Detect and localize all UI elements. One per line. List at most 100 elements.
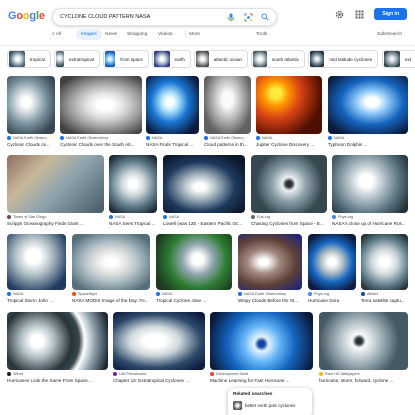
- result-title[interactable]: Tropical Cyclone Jose ...: [156, 298, 232, 303]
- result-thumbnail[interactable]: [60, 76, 142, 134]
- result-thumbnail[interactable]: [319, 312, 408, 370]
- filter-chip[interactable]: earth: [152, 50, 191, 68]
- image-result[interactable]: NASA Lowell (was 12E - Eastern Pacific Oc…: [163, 155, 245, 233]
- result-thumbnail[interactable]: [332, 155, 408, 213]
- result-thumbnail[interactable]: [163, 155, 245, 213]
- image-result[interactable]: Spaceflight NASA MODIS Image of the Day: …: [72, 234, 150, 310]
- filter-chip[interactable]: south atlantic: [251, 50, 305, 68]
- tab-videos[interactable]: Videos: [158, 29, 173, 40]
- search-input[interactable]: [60, 12, 210, 22]
- result-title[interactable]: Typhoon Dolphin ...: [328, 142, 408, 147]
- result-thumbnail[interactable]: [113, 312, 205, 370]
- source-name: NASA: [152, 136, 163, 140]
- source-name: NASA Earth Observatory: [66, 136, 108, 140]
- source-favicon-icon: [7, 292, 11, 296]
- apps-grid-icon[interactable]: [354, 9, 364, 19]
- result-thumbnail[interactable]: [328, 76, 408, 134]
- result-thumbnail[interactable]: [251, 155, 327, 213]
- result-thumbnail[interactable]: [109, 155, 157, 213]
- related-searches-card[interactable]: Related searches better north pole cyclo…: [228, 388, 312, 415]
- result-title[interactable]: hurricane, storm, forward, cyclone ...: [319, 378, 408, 383]
- search-box[interactable]: [52, 8, 277, 26]
- filter-chip[interactable]: mid latitude cyclones: [308, 50, 378, 68]
- result-thumbnail[interactable]: [238, 234, 302, 290]
- source-favicon-icon: [328, 136, 332, 140]
- image-result[interactable]: Eos.org Chasing Cyclones from Space - E..…: [251, 155, 327, 233]
- result-title[interactable]: Terra satellite captu...: [361, 298, 408, 303]
- filter-chip[interactable]: from space: [103, 50, 149, 68]
- result-title[interactable]: Cyclonic Clouds over the South Atl...: [60, 142, 142, 147]
- result-title[interactable]: Lowell (was 12E - Eastern Pacific Oc...: [163, 221, 245, 226]
- image-result[interactable]: NASA Earth Observatory Cyclonic Clouds ov…: [60, 76, 142, 154]
- related-search-item[interactable]: better north pole cyclones: [233, 401, 307, 410]
- result-title[interactable]: Jupiter Cyclone Discovery ...: [256, 142, 322, 147]
- filter-chip[interactable]: tropical: [7, 50, 51, 68]
- tab-news[interactable]: News: [105, 29, 117, 40]
- image-result[interactable]: NASA Earth Observatory Wispy Clouds Befor…: [238, 234, 302, 310]
- result-source: Eos.org: [251, 215, 327, 219]
- filter-chip[interactable]: extratropical: [54, 50, 100, 68]
- image-result[interactable]: Wired Hurricanes Look the Same From Space…: [7, 312, 108, 390]
- result-thumbnail[interactable]: [7, 76, 55, 134]
- lens-icon[interactable]: [243, 12, 253, 22]
- filter-chip[interactable]: atlantic ocean: [194, 50, 248, 68]
- result-thumbnail[interactable]: [146, 76, 199, 134]
- result-thumbnail[interactable]: [72, 234, 150, 290]
- result-thumbnail[interactable]: [7, 312, 108, 370]
- result-title[interactable]: Cloud patterns in th...: [204, 142, 251, 147]
- result-source: Spaceflight: [72, 292, 150, 296]
- image-result[interactable]: Allianz Terra satellite captu...: [361, 234, 408, 310]
- result-title[interactable]: NASA Finds Tropical ...: [146, 142, 199, 147]
- result-title[interactable]: Chapter 13: Extratropical Cyclones ...: [113, 378, 205, 383]
- google-logo[interactable]: Google: [8, 10, 45, 22]
- safesearch-button[interactable]: SafeSearch: [377, 29, 402, 40]
- result-title[interactable]: Hurricane Dora: [308, 298, 356, 303]
- tools-button[interactable]: Tools: [256, 29, 267, 40]
- result-thumbnail[interactable]: [210, 312, 313, 370]
- image-result[interactable]: Phys.org NASA's close up of Hurricane Ros…: [332, 155, 408, 233]
- image-result[interactable]: Phys.org Hurricane Dora: [308, 234, 356, 310]
- microphone-icon[interactable]: [226, 12, 236, 22]
- result-thumbnail[interactable]: [7, 155, 104, 213]
- search-icon[interactable]: [260, 12, 270, 22]
- result-title[interactable]: Cyclonic Clouds ov...: [7, 142, 55, 147]
- filter-chip[interactable]: ext: [382, 50, 415, 68]
- image-result[interactable]: NASA Jupiter Cyclone Discovery ...: [256, 76, 322, 154]
- result-title[interactable]: Scripps Oceanography Finds Giant ...: [7, 221, 104, 226]
- image-result[interactable]: NASA Tropical Cyclone Jose ...: [156, 234, 232, 310]
- image-result[interactable]: Times of San Diego Scripps Oceanography F…: [7, 155, 104, 233]
- image-result[interactable]: NASA NASA Sees Tropical ...: [109, 155, 157, 233]
- result-title[interactable]: Chasing Cyclones from Space - E...: [251, 221, 327, 226]
- image-result[interactable]: Rare HD Wallpapers hurricane, storm, forw…: [319, 312, 408, 390]
- result-thumbnail[interactable]: [7, 234, 66, 290]
- result-thumbnail[interactable]: [204, 76, 251, 134]
- image-result[interactable]: NASA Earth Observ... Cyclonic Clouds ov..…: [7, 76, 55, 154]
- result-title[interactable]: NASA's close up of Hurricane Ros...: [332, 221, 408, 226]
- result-title[interactable]: Wispy Clouds Before the St...: [238, 298, 302, 303]
- tab-shopping[interactable]: Shopping: [127, 29, 147, 40]
- result-title[interactable]: NASA MODIS Image of the Day: Fe...: [72, 298, 150, 303]
- image-result[interactable]: UW Pressbooks Chapter 13: Extratropical C…: [113, 312, 205, 390]
- result-title[interactable]: Tropical Storm John ...: [7, 298, 66, 303]
- tab-all[interactable]: ⌕ All: [52, 29, 61, 40]
- result-title[interactable]: NASA Sees Tropical ...: [109, 221, 157, 226]
- result-title[interactable]: Machine Learning for Fast Hurricane ...: [210, 378, 313, 383]
- chip-label: from space: [120, 56, 143, 62]
- result-title[interactable]: Hurricanes Look the Same From Space ...: [7, 378, 108, 383]
- image-result[interactable]: Development Seed Machine Learning for Fas…: [210, 312, 313, 390]
- result-thumbnail[interactable]: [156, 234, 232, 290]
- source-name: NASA Earth Observ...: [13, 136, 50, 140]
- image-result[interactable]: NASA Earth Observ... Cloud patterns in th…: [204, 76, 251, 154]
- tab-more[interactable]: ⋮ More: [183, 29, 200, 40]
- settings-gear-icon[interactable]: [334, 9, 344, 19]
- result-thumbnail[interactable]: [361, 234, 408, 290]
- result-thumbnail[interactable]: [308, 234, 356, 290]
- tab-images[interactable]: Images: [76, 29, 102, 40]
- source-favicon-icon: [251, 215, 255, 219]
- image-result[interactable]: NASA Typhoon Dolphin ...: [328, 76, 408, 154]
- image-result[interactable]: NASA NASA Finds Tropical ...: [146, 76, 199, 154]
- image-result[interactable]: NASA Tropical Storm John ...: [7, 234, 66, 310]
- result-thumbnail[interactable]: [256, 76, 322, 134]
- source-name: Allianz: [367, 292, 379, 296]
- sign-in-button[interactable]: Sign in: [374, 8, 407, 20]
